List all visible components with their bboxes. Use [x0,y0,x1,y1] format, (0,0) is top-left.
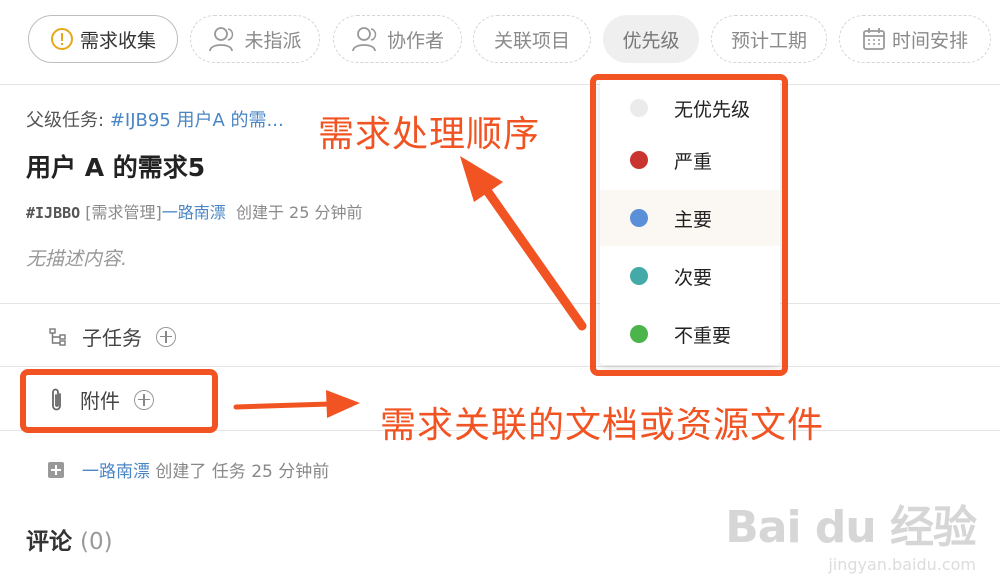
watermark-url: jingyan.baidu.com [828,555,976,574]
watermark-brand: Bai du 经验 [725,502,977,553]
attachment-arrow [233,401,333,410]
attachment-arrowhead-icon [326,390,360,418]
baidu-watermark: Bai du 经验 jingyan.baidu.com [725,491,977,574]
priority-arrowhead-icon [460,156,503,202]
priority-arrow [483,187,587,331]
